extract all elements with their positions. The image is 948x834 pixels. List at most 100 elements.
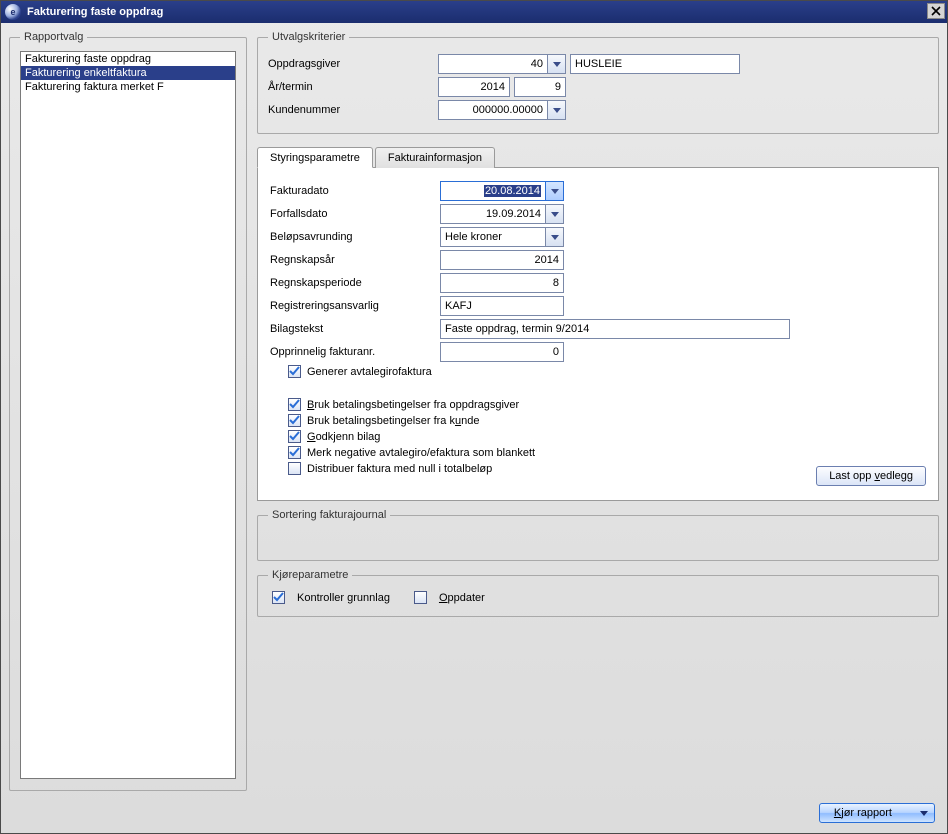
app-icon: e [5,4,21,20]
kjoreparametre-legend: Kjøreparametre [268,569,352,581]
fakturadato-combo[interactable]: 20.08.2014 [440,181,564,201]
list-item[interactable]: Fakturering faste oppdrag [21,52,235,66]
kundenummer-value[interactable] [438,100,548,120]
belopsavrunding-combo[interactable] [440,227,564,247]
chk-oppdater[interactable] [414,591,427,604]
list-item[interactable]: Fakturering faktura merket F [21,80,235,94]
row-regnskapsperiode: Regnskapsperiode [270,273,926,293]
rapportvalg-listbox[interactable]: Fakturering faste oppdrag Fakturering en… [20,51,236,779]
right-pane: Utvalgskriterier Oppdragsgiver År/termin [257,31,939,791]
kundenummer-combo[interactable] [438,100,566,120]
bilagstekst-label: Bilagstekst [270,323,440,335]
row-belopsavrunding: Beløpsavrunding [270,227,926,247]
row-chk-bb-kunde: Bruk betalingsbetingelser fra kunde [288,414,926,427]
opprinnelig-label: Opprinnelig fakturanr. [270,346,440,358]
forfallsdato-combo[interactable] [440,204,564,224]
row-forfallsdato: Forfallsdato [270,204,926,224]
chk-merk-negative[interactable] [288,446,301,459]
row-aar-termin: År/termin [268,77,928,97]
chk-bb-kunde[interactable] [288,414,301,427]
regnskapsperiode-value[interactable] [440,273,564,293]
oppdragsgiver-value[interactable] [438,54,548,74]
regnskapsaar-value[interactable] [440,250,564,270]
chevron-down-icon [551,212,559,217]
fakturadato-label: Fakturadato [270,185,440,197]
oppdragsgiver-name[interactable] [570,54,740,74]
close-button[interactable] [927,3,945,19]
chk-kontroller-label: Kontroller grunnlag [297,592,390,604]
chk-kontroller-grunnlag[interactable] [272,591,285,604]
close-icon [931,6,941,16]
row-chk-merk-negative: Merk negative avtalegiro/efaktura som bl… [288,446,926,459]
row-kundenummer: Kundenummer [268,100,928,120]
oppdragsgiver-label: Oppdragsgiver [268,58,438,70]
kundenummer-label: Kundenummer [268,104,438,116]
termin-input[interactable] [514,77,566,97]
registreringsansvarlig-value[interactable] [440,296,564,316]
chk-generer-label: Generer avtalegirofaktura [307,366,432,378]
row-chk-kontroller: Kontroller grunnlag [272,591,390,604]
sortering-legend: Sortering fakturajournal [268,509,390,521]
group-rapportvalg: Rapportvalg Fakturering faste oppdrag Fa… [9,31,247,791]
row-registreringsansvarlig: Registreringsansvarlig [270,296,926,316]
upload-attachment-button[interactable]: Last opp vedlegg [816,466,926,486]
tab-bar: Styringsparametre Fakturainformasjon [257,146,939,167]
regnskapsaar-label: Regnskapsår [270,254,440,266]
window-title: Fakturering faste oppdrag [27,6,163,18]
left-pane: Rapportvalg Fakturering faste oppdrag Fa… [9,31,247,791]
fakturadato-value[interactable]: 20.08.2014 [440,181,546,201]
chk-distribuer-null[interactable] [288,462,301,475]
client-area: Rapportvalg Fakturering faste oppdrag Fa… [1,23,947,799]
group-utvalgskriterier: Utvalgskriterier Oppdragsgiver År/termin [257,31,939,134]
row-bilagstekst: Bilagstekst [270,319,926,339]
group-kjoreparametre: Kjøreparametre Kontroller grunnlag Oppda… [257,569,939,617]
run-report-button[interactable]: Kjør rapport [819,803,935,823]
tab-page-styringsparametre: Fakturadato 20.08.2014 Forfallsdato [257,167,939,501]
list-item[interactable]: Fakturering enkeltfaktura [21,66,235,80]
row-chk-generer: Generer avtalegirofaktura [288,365,926,378]
forfallsdato-value[interactable] [440,204,546,224]
aar-input[interactable] [438,77,510,97]
title-bar: e Fakturering faste oppdrag [1,1,947,23]
fakturadato-calendar-button[interactable] [546,181,564,201]
chk-distribuer-label: Distribuer faktura med null i totalbeløp [307,463,492,475]
regnskapsperiode-label: Regnskapsperiode [270,277,440,289]
kundenummer-dropdown-button[interactable] [548,100,566,120]
tabs: Styringsparametre Fakturainformasjon Fak… [257,146,939,501]
tab-styringsparametre[interactable]: Styringsparametre [257,147,373,168]
chevron-down-icon [553,108,561,113]
chevron-down-icon [551,235,559,240]
rapportvalg-legend: Rapportvalg [20,31,87,43]
chevron-down-icon [553,62,561,67]
row-regnskapsaar: Regnskapsår [270,250,926,270]
belopsavrunding-value[interactable] [440,227,546,247]
opprinnelig-value[interactable] [440,342,564,362]
aar-termin-label: År/termin [268,81,438,93]
chk-godkjenn-label: Godkjenn bilag [307,431,380,443]
chevron-down-icon [551,189,559,194]
bilagstekst-value[interactable] [440,319,790,339]
tab-fakturainformasjon[interactable]: Fakturainformasjon [375,147,495,168]
chk-bb-oppdragsgiver[interactable] [288,398,301,411]
oppdragsgiver-combo[interactable] [438,54,566,74]
row-oppdragsgiver: Oppdragsgiver [268,54,928,74]
registreringsansvarlig-label: Registreringsansvarlig [270,300,440,312]
chk-merk-negative-label: Merk negative avtalegiro/efaktura som bl… [307,447,535,459]
chevron-down-icon [920,811,928,816]
row-chk-oppdater: Oppdater [414,591,485,604]
chk-generer-avtalegirofaktura[interactable] [288,365,301,378]
utvalgskriterier-legend: Utvalgskriterier [268,31,349,43]
window-root: e Fakturering faste oppdrag Rapportvalg … [0,0,948,834]
row-opprinnelig-fakturanr: Opprinnelig fakturanr. [270,342,926,362]
row-chk-bb-oppdragsgiver: Bruk betalingsbetingelser fra oppdragsgi… [288,398,926,411]
row-fakturadato: Fakturadato 20.08.2014 [270,181,926,201]
row-chk-godkjenn: Godkjenn bilag [288,430,926,443]
oppdragsgiver-dropdown-button[interactable] [548,54,566,74]
belopsavrunding-label: Beløpsavrunding [270,231,440,243]
belopsavrunding-dropdown-button[interactable] [546,227,564,247]
chk-oppdater-label: Oppdater [439,592,485,604]
chk-godkjenn-bilag[interactable] [288,430,301,443]
group-sortering-fakturajournal: Sortering fakturajournal [257,509,939,561]
forfallsdato-calendar-button[interactable] [546,204,564,224]
footer: Kjør rapport [1,799,947,833]
